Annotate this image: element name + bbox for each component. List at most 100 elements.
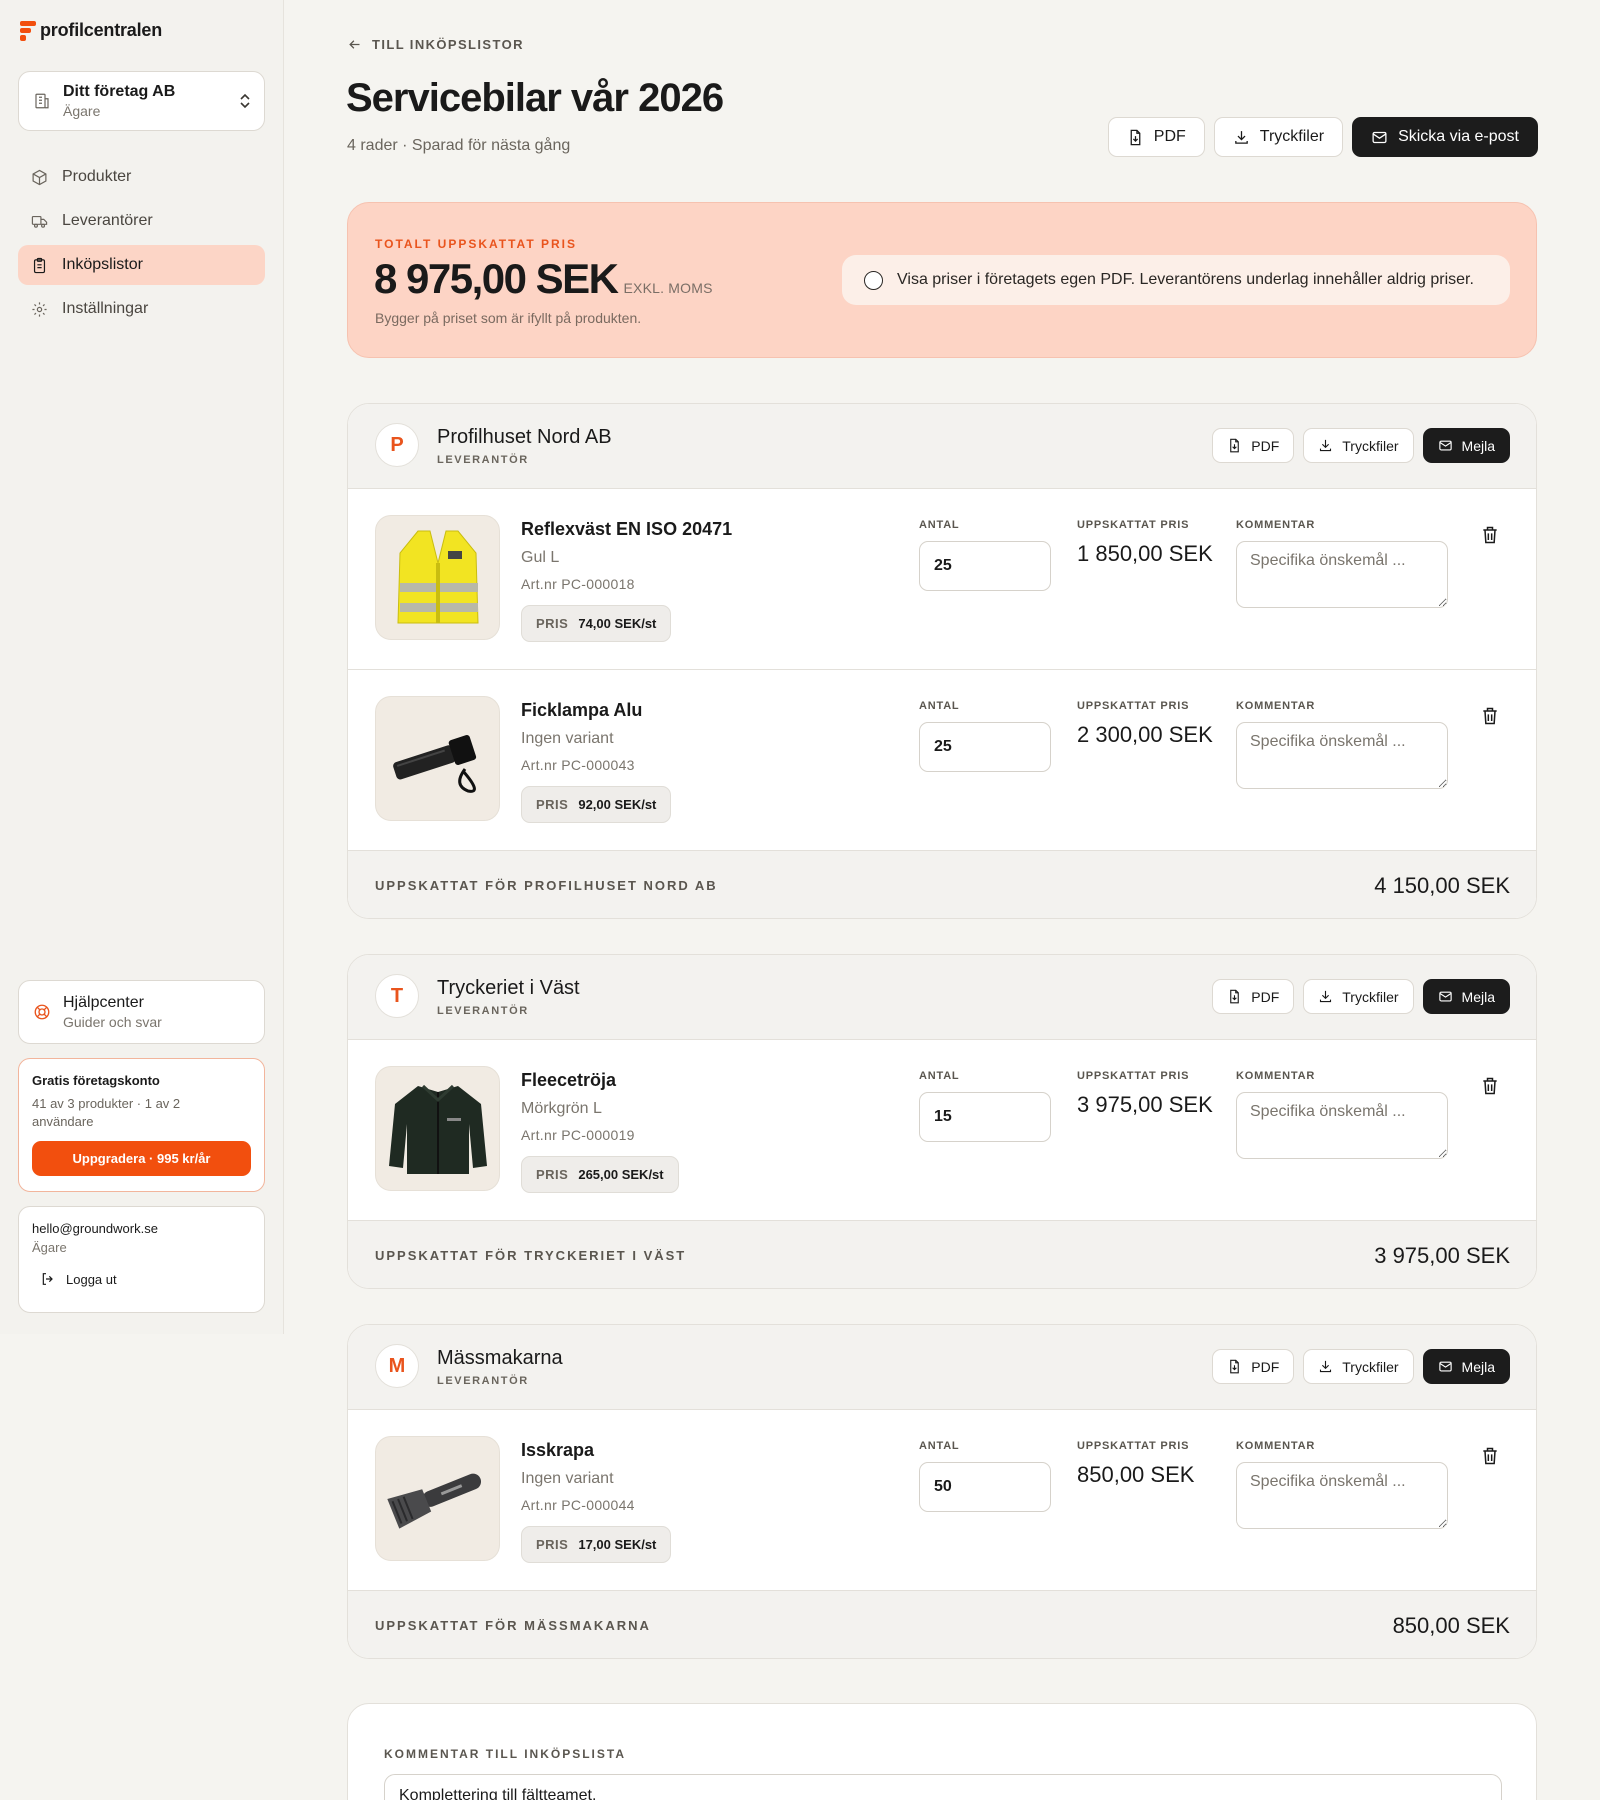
quantity-input[interactable]: [919, 1092, 1051, 1142]
product-variant: Ingen variant: [521, 1470, 614, 1487]
supplier-subtotal-amount: 850,00 SEK: [1392, 1613, 1510, 1638]
back-link[interactable]: TILL INKÖPSLISTOR: [347, 37, 524, 52]
product-image-flashlight: [392, 734, 476, 793]
logo[interactable]: profilcentralen: [20, 20, 162, 41]
truck-icon: [31, 215, 48, 228]
product-article-number: Art.nr PC-000019: [521, 1127, 635, 1143]
pdf-button[interactable]: PDF: [1107, 117, 1205, 157]
supplier-card: M Mässmakarna LEVERANTÖR PDF Tryckfiler Mejla…: [347, 1324, 1537, 1659]
supplier-avatar: M: [375, 1344, 419, 1388]
help-title: Hjälpcenter: [63, 994, 144, 1011]
supplier-print-files-button[interactable]: Tryckfiler: [1303, 1349, 1414, 1384]
supplier-name: Profilhuset Nord AB: [437, 426, 612, 448]
supplier-avatar: T: [375, 974, 419, 1018]
logout-button[interactable]: Logga ut: [32, 1271, 251, 1287]
list-comment-field[interactable]: Komplettering till fältteamet.: [384, 1774, 1502, 1800]
unit-price-value: 74,00 SEK/st: [578, 616, 657, 631]
print-files-label: Tryckfiler: [1259, 128, 1325, 145]
supplier-mail-button[interactable]: Mejla: [1422, 428, 1510, 463]
chevron-up-down-icon: [240, 93, 250, 109]
mail-icon: [1438, 991, 1452, 1002]
trash-icon[interactable]: [1480, 1076, 1500, 1096]
trash-icon[interactable]: [1480, 706, 1500, 726]
unit-price-value: 17,00 SEK/st: [578, 1537, 657, 1552]
unit-price-value: 265,00 SEK/st: [578, 1167, 664, 1182]
supplier-label: LEVERANTÖR: [437, 1005, 529, 1017]
estimated-price: 1 850,00 SEK: [1077, 541, 1213, 566]
nav-item-leverantorer[interactable]: Leverantörer: [18, 201, 265, 241]
unit-price-badge: PRIS 17,00 SEK/st: [521, 1526, 672, 1563]
quantity-input[interactable]: [919, 1462, 1051, 1512]
product-name[interactable]: Reflexväst EN ISO 20471: [521, 519, 732, 540]
show-prices-radio[interactable]: [864, 270, 883, 290]
page-actions: PDF Tryckfiler Skicka via e-post: [1107, 117, 1538, 157]
unit-price-badge: PRIS 74,00 SEK/st: [521, 605, 672, 642]
product-name[interactable]: Isskrapa: [521, 1440, 594, 1461]
product-variant: Mörkgrön L: [521, 1100, 602, 1117]
estimated-price: 2 300,00 SEK: [1077, 722, 1213, 747]
supplier-avatar: P: [375, 423, 419, 467]
supplier-mail-button[interactable]: Mejla: [1422, 1349, 1510, 1384]
nav-item-inkopslistor[interactable]: Inköpslistor: [18, 245, 265, 285]
supplier-pdf-label: PDF: [1251, 988, 1280, 1005]
supplier-pdf-button[interactable]: PDF: [1212, 1349, 1295, 1384]
product-name[interactable]: Fleecetröja: [521, 1070, 616, 1091]
nav-item-installningar[interactable]: Inställningar: [18, 289, 265, 329]
help-subtitle: Guider och svar: [63, 1014, 162, 1030]
supplier-print-files-button[interactable]: Tryckfiler: [1303, 428, 1414, 463]
supplier-name: Mässmakarna: [437, 1347, 563, 1369]
arrow-left-icon: [349, 40, 360, 49]
unit-price-label: PRIS: [536, 1167, 569, 1182]
supplier-pdf-button[interactable]: PDF: [1212, 979, 1295, 1014]
logo-text: profilcentralen: [40, 20, 163, 40]
nav-item-label: Inköpslistor: [62, 256, 143, 273]
total-vat-note: EXKL. MOMS: [623, 280, 713, 296]
quantity-input[interactable]: [919, 722, 1051, 772]
upgrade-button[interactable]: Uppgradera · 995 kr/år: [32, 1141, 251, 1176]
show-prices-toggle[interactable]: Visa priser i företagets egen PDF. Lever…: [842, 255, 1510, 305]
estimated-price-label: UPPSKATTAT PRIS: [1077, 700, 1190, 712]
supplier-pdf-label: PDF: [1251, 437, 1280, 454]
supplier-actions: PDF Tryckfiler Mejla: [1212, 428, 1510, 463]
help-center-link[interactable]: Hjälpcenter Guider och svar: [18, 980, 265, 1044]
estimated-price: 3 975,00 SEK: [1077, 1092, 1213, 1117]
back-label: TILL INKÖPSLISTOR: [372, 37, 524, 52]
supplier-pdf-button[interactable]: PDF: [1212, 428, 1295, 463]
supplier-label: LEVERANTÖR: [437, 1375, 529, 1387]
supplier-name: Tryckeriet i Väst: [437, 977, 580, 999]
company-switcher[interactable]: Ditt företag AB Ägare: [18, 71, 265, 131]
comment-label: KOMMENTAR: [1236, 519, 1316, 531]
estimated-price-label: UPPSKATTAT PRIS: [1077, 519, 1190, 531]
comment-field[interactable]: [1236, 1092, 1448, 1159]
trash-icon[interactable]: [1480, 525, 1500, 545]
supplier-print-files-button[interactable]: Tryckfiler: [1303, 979, 1414, 1014]
product-name[interactable]: Ficklampa Alu: [521, 700, 642, 721]
pdf-label: PDF: [1153, 128, 1186, 145]
comment-field[interactable]: [1236, 722, 1448, 789]
product-article-number: Art.nr PC-000043: [521, 757, 635, 773]
quantity-input[interactable]: [919, 541, 1051, 591]
supplier-subtotal-amount: 3 975,00 SEK: [1374, 1243, 1510, 1268]
trash-icon[interactable]: [1480, 1446, 1500, 1466]
file-download-icon: [1230, 989, 1240, 1004]
plan-title: Gratis företagskonto: [32, 1073, 160, 1088]
supplier-card: P Profilhuset Nord AB LEVERANTÖR PDF Tryckfi…: [347, 403, 1537, 919]
supplier-subtotal: UPPSKATTAT FÖR MÄSSMAKARNA 850,00 SEK: [348, 1591, 1536, 1658]
logout-label: Logga ut: [66, 1271, 117, 1287]
qty-label: ANTAL: [919, 519, 960, 531]
comment-field[interactable]: [1236, 541, 1448, 608]
nav-item-produkter[interactable]: Produkter: [18, 157, 265, 197]
plan-card: Gratis företagskonto 41 av 3 produkter ·…: [18, 1058, 265, 1192]
product-image-vest: [396, 530, 479, 623]
comment-field[interactable]: [1236, 1462, 1448, 1529]
send-email-button[interactable]: Skicka via e-post: [1352, 117, 1538, 157]
product-row: Isskrapa Ingen variant Art.nr PC-000044 PRI…: [348, 1410, 1536, 1591]
account-email: hello@groundwork.se: [32, 1221, 158, 1236]
supplier-mail-button[interactable]: Mejla: [1422, 979, 1510, 1014]
lifebuoy-icon: [34, 1004, 50, 1020]
account-role: Ägare: [32, 1240, 67, 1255]
supplier-print-files-label: Tryckfiler: [1342, 988, 1399, 1005]
supplier-subtotal-label: UPPSKATTAT FÖR MÄSSMAKARNA: [375, 1618, 651, 1633]
mail-icon: [1438, 440, 1452, 451]
print-files-button[interactable]: Tryckfiler: [1213, 117, 1344, 157]
